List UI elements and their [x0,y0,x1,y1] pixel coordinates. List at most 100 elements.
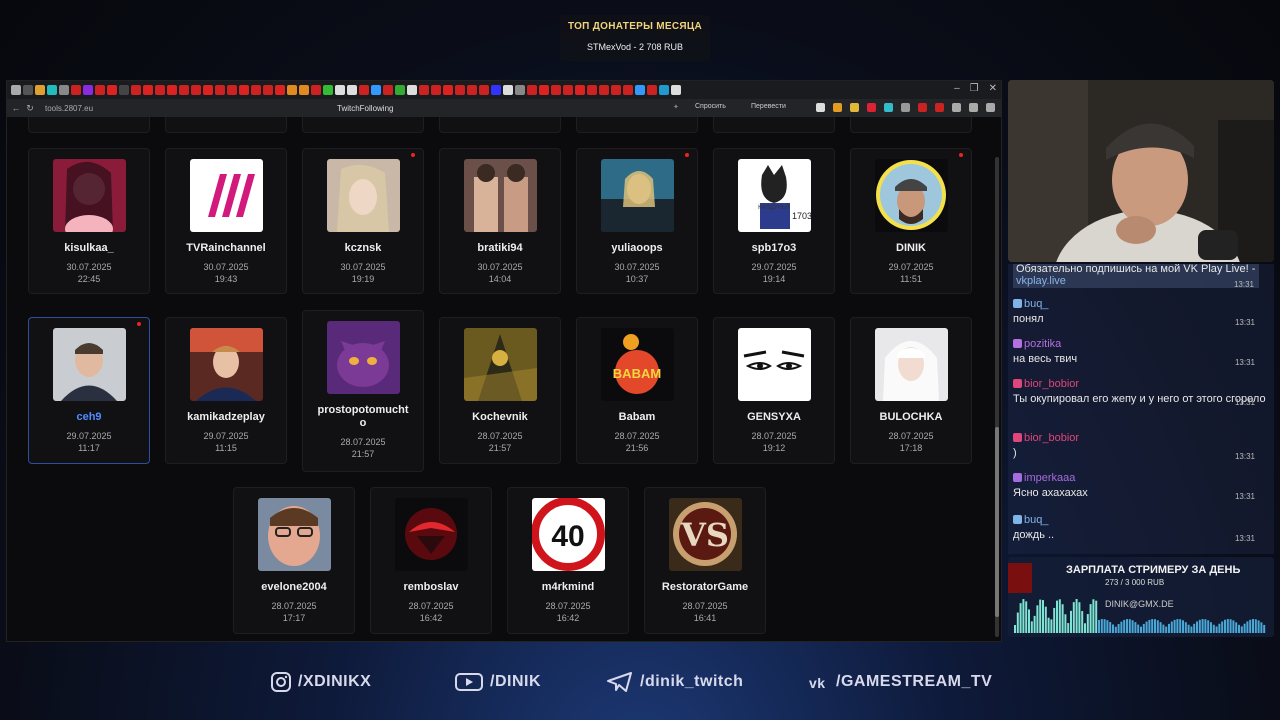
browser-tab[interactable] [179,85,189,95]
browser-tab[interactable] [611,85,621,95]
browser-tab[interactable] [323,85,333,95]
browser-tab[interactable] [539,85,549,95]
browser-tab[interactable] [167,85,177,95]
browser-tab[interactable] [71,85,81,95]
browser-tab[interactable] [467,85,477,95]
channel-card[interactable] [713,117,835,133]
browser-tab[interactable] [35,85,45,95]
channel-avatar[interactable] [737,328,811,401]
extension-icon[interactable] [850,103,859,112]
channel-name[interactable]: spb17o3 [714,242,834,255]
channel-avatar[interactable] [874,159,948,232]
channel-avatar[interactable] [326,321,400,394]
channel-card[interactable] [850,117,972,133]
browser-tab[interactable] [563,85,573,95]
browser-tab[interactable] [23,85,33,95]
browser-tab[interactable] [227,85,237,95]
browser-tab[interactable] [419,85,429,95]
browser-tab[interactable] [575,85,585,95]
extension-icon[interactable] [952,103,961,112]
channel-card[interactable]: VS RestoratorGame 28.07.2025 16:41 [644,487,766,634]
browser-tab[interactable] [155,85,165,95]
browser-tab[interactable] [599,85,609,95]
extension-icon[interactable] [833,103,842,112]
browser-tab[interactable] [215,85,225,95]
browser-tab[interactable] [671,85,681,95]
extension-icon[interactable] [918,103,927,112]
back-icon[interactable]: ← [11,103,21,113]
browser-tab[interactable] [143,85,153,95]
channel-card[interactable]: 40 m4rkmind 28.07.2025 16:42 [507,487,629,634]
channel-card[interactable] [439,117,561,133]
browser-tab[interactable] [431,85,441,95]
channel-name[interactable]: GENSYXA [714,411,834,424]
extension-icon[interactable] [935,103,944,112]
channel-name[interactable]: Babam [577,411,697,424]
browser-tab[interactable] [239,85,249,95]
channel-avatar[interactable]: VS [668,498,742,571]
url-field[interactable]: tools.2807.eu [45,104,93,113]
ask-button[interactable]: Спросить [695,103,726,110]
channel-avatar[interactable] [52,328,126,401]
browser-tab[interactable] [275,85,285,95]
channel-card[interactable]: kcznsk 30.07.2025 19:19 [302,148,424,294]
channel-card[interactable]: evelone2004 28.07.2025 17:17 [233,487,355,634]
chat-username[interactable]: buq_ [1024,298,1048,310]
channel-card[interactable]: prostopotomucht o 28.07.2025 21:57 [302,310,424,472]
browser-tab[interactable] [83,85,93,95]
channel-card[interactable]: ceh9 29.07.2025 11:17 [28,317,150,464]
channel-card[interactable]: kisulkaa_ 30.07.2025 22:45 [28,148,150,294]
browser-tab[interactable] [527,85,537,95]
translate-button[interactable]: Перевести [751,103,786,110]
channel-card[interactable]: GENSYXA 28.07.2025 19:12 [713,317,835,464]
extension-icon[interactable] [901,103,910,112]
browser-tab[interactable] [479,85,489,95]
channel-card[interactable]: yuliaoops 30.07.2025 10:37 [576,148,698,294]
reload-icon[interactable]: ↻ [25,103,35,114]
channel-name[interactable]: RestoratorGame [645,581,765,594]
channel-avatar[interactable]: КАЛДУНЬЯ 1703 [737,159,811,232]
bookmark-icon[interactable]: ✦ [673,103,679,111]
channel-card[interactable] [165,117,287,133]
channel-avatar[interactable] [874,328,948,401]
browser-tab[interactable] [623,85,633,95]
browser-tab[interactable] [59,85,69,95]
browser-tab[interactable] [311,85,321,95]
chat-username[interactable]: bior_bobior [1024,378,1079,390]
channel-card[interactable] [28,117,150,133]
channel-card[interactable]: КАЛДУНЬЯ 1703 spb17o3 29.07.2025 19:14 [713,148,835,294]
browser-tab[interactable] [587,85,597,95]
channel-name[interactable]: BULOCHKA [851,411,971,424]
browser-tab[interactable] [443,85,453,95]
browser-tab[interactable] [359,85,369,95]
channel-avatar[interactable] [463,159,537,232]
browser-tab[interactable] [299,85,309,95]
channel-name[interactable]: m4rkmind [508,581,628,594]
pinned-link[interactable]: vkplay.live [1016,275,1066,287]
extension-icon[interactable] [969,103,978,112]
browser-tab[interactable] [263,85,273,95]
channel-name[interactable]: TVRainchannel [166,242,286,255]
channel-name[interactable]: DINIK [851,242,971,255]
channel-avatar[interactable] [463,328,537,401]
channel-avatar[interactable] [257,498,331,571]
channel-card[interactable]: bratiki94 30.07.2025 14:04 [439,148,561,294]
browser-tab[interactable] [455,85,465,95]
channel-card[interactable] [302,117,424,133]
channel-name[interactable]: Kochevnik [440,411,560,424]
browser-tab[interactable] [503,85,513,95]
chat-username[interactable]: buq_ [1024,514,1048,526]
browser-tab[interactable] [647,85,657,95]
minimize-icon[interactable]: – [954,83,960,94]
restore-icon[interactable]: ❐ [970,83,979,94]
channel-name[interactable]: evelone2004 [234,581,354,594]
browser-tab[interactable] [47,85,57,95]
chat-username[interactable]: pozitika [1024,338,1061,350]
browser-tab[interactable] [11,85,21,95]
channel-card[interactable]: TVRainchannel 30.07.2025 19:43 [165,148,287,294]
extension-icon[interactable] [867,103,876,112]
channel-avatar[interactable] [600,159,674,232]
download-icon[interactable] [986,103,995,112]
browser-tab[interactable] [251,85,261,95]
browser-tab[interactable] [515,85,525,95]
